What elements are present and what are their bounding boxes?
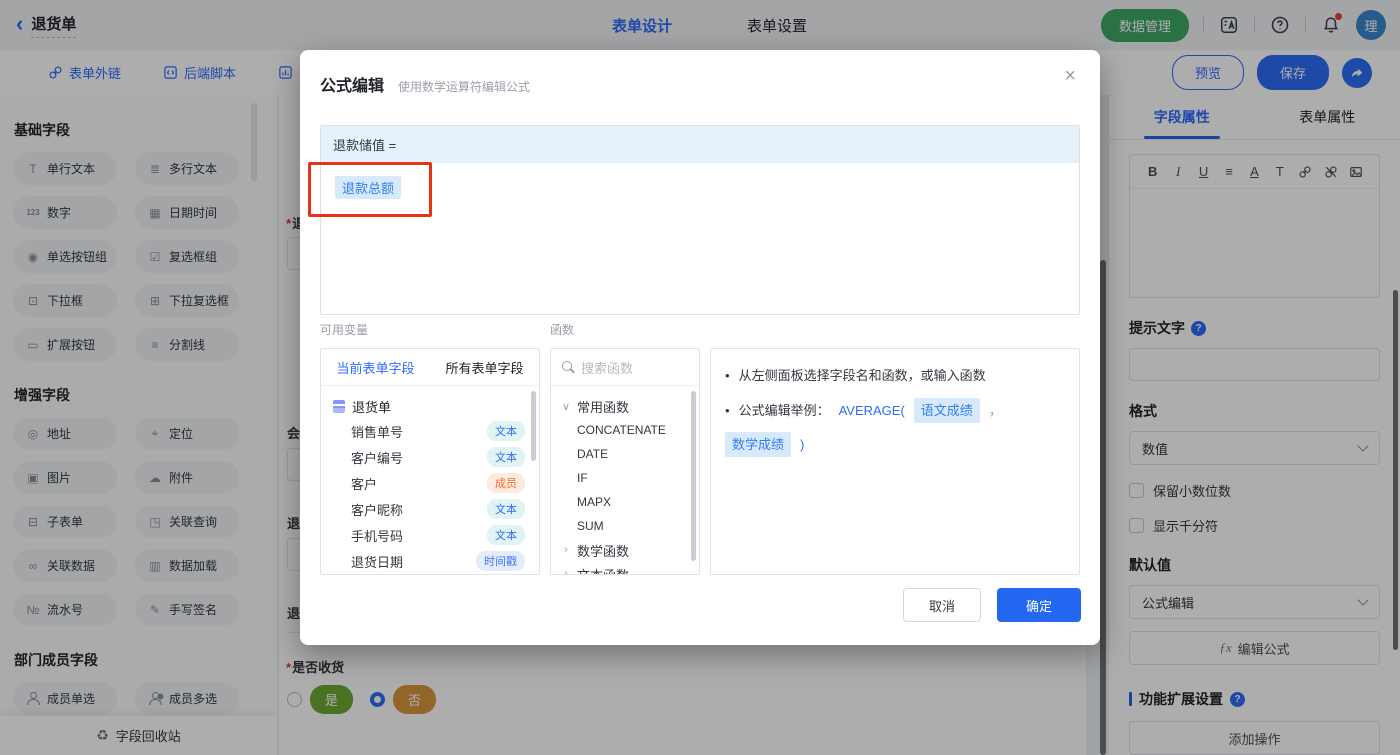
modal-subtitle: 使用数学运算符编辑公式 (398, 80, 531, 94)
type-badge: 文本 (487, 447, 525, 467)
form-doc-icon (333, 399, 345, 413)
tree-root-label: 退货单 (352, 399, 392, 415)
variables-panel: 当前表单字段 所有表单字段 退货单 销售单号 文本 客户编号 文本 客户 成员 客户昵… (320, 348, 540, 575)
tree-root-form[interactable]: 退货单 (333, 394, 539, 418)
function-item[interactable]: IF (551, 466, 699, 490)
variable-row[interactable]: 客户 成员 (333, 470, 539, 496)
formula-edit-modal: 公式编辑 使用数学运算符编辑公式 × 退款储值 = 退款总额 可用变量 函数 当… (300, 50, 1100, 645)
formula-token[interactable]: 退款总额 (335, 176, 402, 199)
function-group-text[interactable]: › 文本函数 (551, 562, 699, 575)
example-close-paren: ) (800, 437, 805, 452)
type-badge: 文本 (487, 421, 525, 441)
close-icon[interactable]: × (1064, 66, 1076, 86)
function-group-math[interactable]: › 数学函数 (551, 538, 699, 562)
confirm-button[interactable]: 确定 (997, 588, 1081, 622)
help-line-1: • 从左侧面板选择字段名和函数，或输入函数 (725, 368, 986, 383)
caret-right-icon: › (564, 544, 568, 556)
variable-row[interactable]: 退货日期 时间戳 (333, 548, 539, 574)
type-badge: 成员 (487, 473, 525, 493)
caret-down-icon: ∨ (561, 400, 571, 413)
function-item[interactable]: MAPX (551, 490, 699, 514)
formula-target: 退款储值 = (321, 126, 1079, 163)
function-item[interactable]: CONCATENATE (551, 418, 699, 442)
cancel-button[interactable]: 取消 (903, 588, 981, 622)
help-panel: • 从左侧面板选择字段名和函数，或输入函数 • 公式编辑举例： AVERAGE(… (710, 348, 1080, 575)
function-item[interactable]: DATE (551, 442, 699, 466)
formula-editor-box: 退款储值 = 退款总额 (320, 125, 1080, 315)
variable-row[interactable]: 客户昵称 文本 (333, 496, 539, 522)
function-item[interactable]: SUM (551, 514, 699, 538)
type-badge: 时间戳 (476, 551, 525, 571)
function-group-common[interactable]: ∨ 常用函数 (551, 394, 699, 418)
type-badge: 文本 (487, 499, 525, 519)
app-root: ‹ 退货单 表单设计 表单设置 数据管理 理 表单外链 后端脚本 预览 保存 基… (0, 0, 1400, 755)
function-search[interactable]: 搜索函数 (551, 349, 699, 386)
functions-label: 函数 (550, 323, 575, 337)
search-placeholder: 搜索函数 (581, 360, 634, 376)
formula-input-area[interactable]: 退款总额 (321, 163, 1079, 314)
example-token: 语文成绩 (913, 398, 980, 423)
variable-row[interactable]: 手机号码 文本 (333, 522, 539, 548)
variable-row[interactable]: 销售单号 文本 (333, 418, 539, 444)
type-badge: 文本 (487, 525, 525, 545)
variable-row[interactable]: 客户编号 文本 (333, 444, 539, 470)
example-function: AVERAGE( (838, 403, 905, 418)
variables-label: 可用变量 (320, 323, 369, 337)
variables-scrollbar[interactable] (531, 391, 536, 461)
example-token: 数学成绩 (725, 432, 792, 457)
help-line-2: • 公式编辑举例： AVERAGE( 语文成绩 ， 数学成绩 ) (725, 398, 1065, 457)
tab-all-form-fields[interactable]: 所有表单字段 (430, 349, 539, 385)
functions-scrollbar[interactable] (691, 391, 696, 561)
tab-current-form-fields[interactable]: 当前表单字段 (321, 349, 430, 385)
functions-panel: 搜索函数 ∨ 常用函数 CONCATENATE DATE IF MAPX SUM… (550, 348, 700, 575)
modal-title: 公式编辑 (320, 78, 385, 95)
caret-right-icon: › (564, 568, 568, 575)
search-icon (562, 361, 574, 373)
